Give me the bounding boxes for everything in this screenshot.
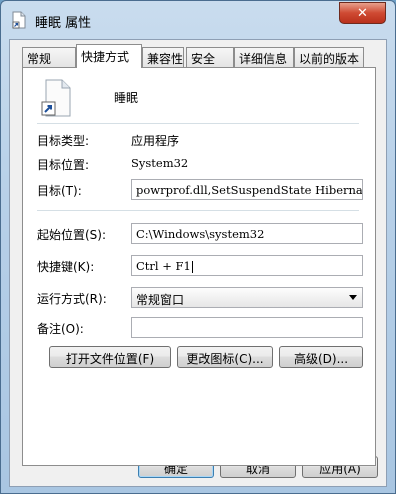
shortcut-large-icon	[41, 79, 71, 117]
hotkey-value: Ctrl + F1	[136, 259, 191, 273]
tab-label: 常规	[27, 52, 52, 66]
change-icon-button[interactable]: 更改图标(C)...	[177, 346, 273, 368]
tab-label: 详细信息	[239, 52, 288, 66]
tab-security[interactable]: 安全	[186, 47, 234, 67]
tab-label: 以前的版本	[299, 52, 360, 66]
close-button[interactable]: ✕	[339, 2, 386, 24]
shortcut-tab-panel: 睡眠 目标类型: 应用程序 目标位置: System32 目标(T): powr…	[22, 67, 376, 466]
tab-previous-versions[interactable]: 以前的版本	[294, 47, 364, 67]
tab-details[interactable]: 详细信息	[234, 47, 294, 67]
text-cursor	[191, 261, 193, 273]
target-field[interactable]: powrprof.dll,SetSuspendState Hibernate	[131, 179, 363, 200]
target-label: 目标(T):	[37, 184, 82, 198]
run-value: 常规窗口	[136, 293, 185, 307]
dialog-body: 常规 快捷方式 兼容性 安全 详细信息 以前的版本 睡眠 目标类型: 应用程序 …	[9, 39, 387, 487]
run-dropdown[interactable]: 常规窗口	[131, 287, 363, 308]
comment-label: 备注(O):	[37, 322, 84, 336]
tab-label: 安全	[191, 52, 216, 66]
window-title: 睡眠 属性	[35, 16, 92, 31]
shortcut-name: 睡眠	[114, 91, 139, 105]
advanced-button[interactable]: 高级(D)...	[279, 346, 363, 368]
target-location-value: System32	[131, 156, 189, 170]
run-label: 运行方式(R):	[37, 292, 107, 306]
start-in-field[interactable]: C:\Windows\system32	[131, 223, 363, 244]
tab-label: 快捷方式	[81, 50, 130, 64]
tab-shortcut[interactable]: 快捷方式	[76, 44, 142, 68]
title-bar[interactable]: 睡眠 属性 ✕	[1, 1, 395, 39]
target-type-label: 目标类型:	[37, 134, 90, 148]
chevron-down-icon	[349, 295, 357, 300]
divider	[37, 210, 359, 211]
tab-label: 兼容性	[147, 52, 184, 66]
hotkey-label: 快捷键(K):	[37, 260, 95, 274]
tab-general[interactable]: 常规	[22, 47, 76, 67]
tab-compatibility[interactable]: 兼容性	[142, 47, 184, 67]
close-icon: ✕	[357, 5, 368, 21]
target-location-label: 目标位置:	[37, 158, 90, 172]
comment-field[interactable]	[131, 317, 363, 338]
start-in-label: 起始位置(S):	[37, 228, 107, 242]
target-type-value: 应用程序	[131, 134, 180, 148]
open-file-location-button[interactable]: 打开文件位置(F)	[49, 346, 171, 368]
hotkey-field[interactable]: Ctrl + F1	[131, 255, 363, 276]
shortcut-file-icon	[12, 11, 26, 29]
properties-window: 睡眠 属性 ✕ 常规 快捷方式 兼容性 安全 详细信息 以前的版本 睡眠 目标类…	[0, 0, 396, 494]
divider	[37, 123, 359, 124]
